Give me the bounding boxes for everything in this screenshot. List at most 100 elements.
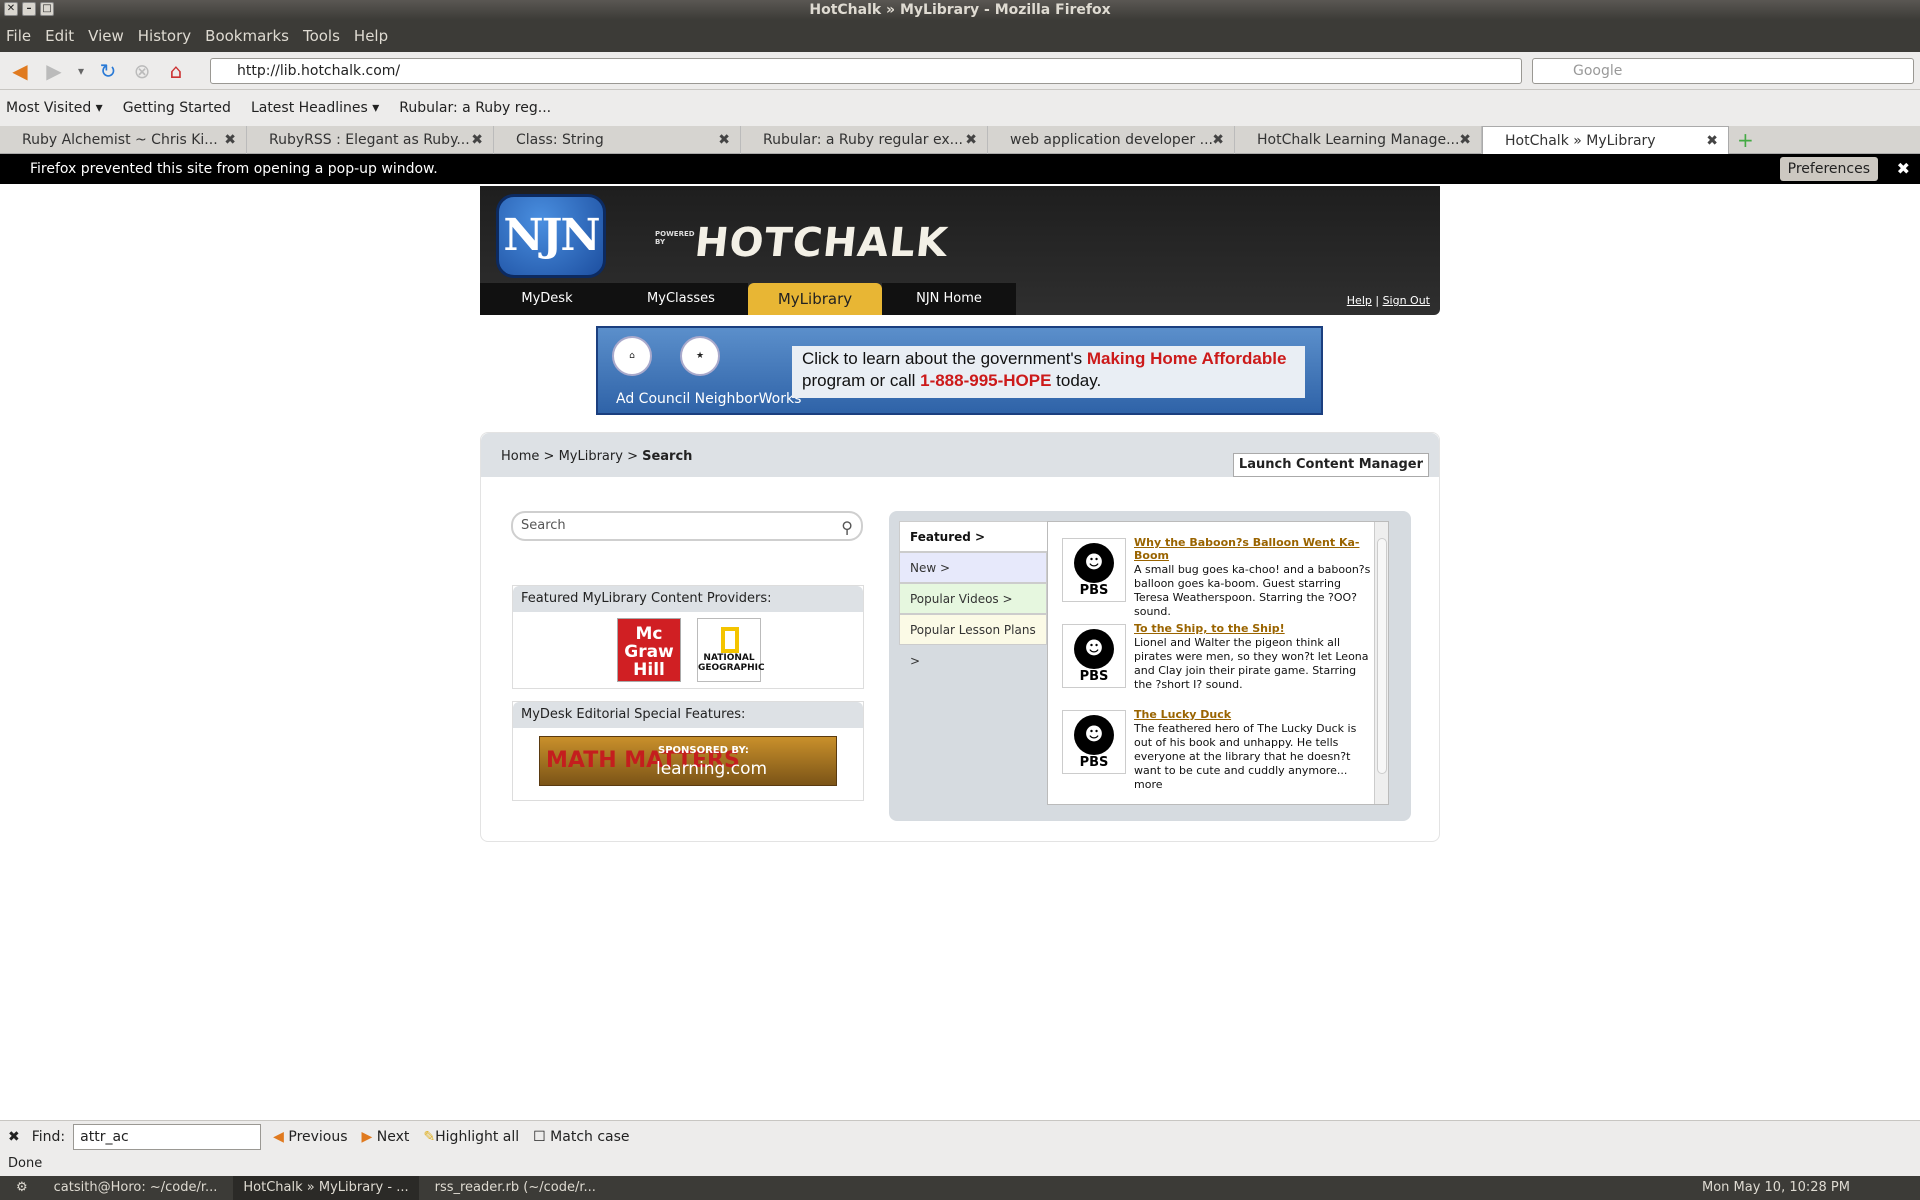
close-window-button[interactable]: ✕ — [4, 2, 18, 16]
close-find-icon[interactable]: ✖ — [8, 1129, 20, 1145]
nav-mylibrary[interactable]: MyLibrary — [748, 283, 882, 315]
site-container: NJN POWERED BY HOTCHALK MyDesk MyClasses… — [480, 186, 1440, 842]
pbs-label: PBS — [1079, 755, 1109, 770]
task-firefox[interactable]: HotChalk » MyLibrary - ... — [233, 1176, 419, 1200]
tab-featured[interactable]: Featured > — [899, 521, 1047, 552]
url-bar[interactable]: http://lib.hotchalk.com/ — [210, 58, 1522, 84]
help-link[interactable]: Help — [1347, 294, 1372, 307]
find-input[interactable]: attr_ac — [73, 1123, 262, 1150]
launch-content-manager-button[interactable]: Launch Content Manager — [1232, 453, 1429, 477]
tab-label: Class: String — [516, 132, 604, 148]
stop-icon[interactable]: ⊗ — [128, 57, 156, 85]
tab-rubular[interactable]: Rubular: a Ruby regular ex... ✖ — [741, 126, 988, 154]
featured-tabs: Featured > New > Popular Videos > Popula… — [899, 521, 1047, 668]
tab-rubyrss[interactable]: RubyRSS : Elegant as Ruby... ✖ — [247, 126, 494, 154]
tab-hotchalk-mylibrary[interactable]: HotChalk » MyLibrary ✖ — [1482, 126, 1729, 154]
item-title-link[interactable]: Why the Baboon?s Balloon Went Ka-Boom — [1134, 536, 1374, 562]
menu-help[interactable]: Help — [354, 27, 388, 45]
top-navigation: MyDesk MyClasses MyLibrary NJN Home — [480, 283, 1016, 315]
popup-blocked-bar: Firefox prevented this site from opening… — [0, 154, 1920, 184]
tab-hotchalk-lms[interactable]: HotChalk Learning Manage... ✖ — [1235, 126, 1482, 154]
item-title-link[interactable]: The Lucky Duck — [1134, 708, 1374, 721]
show-desktop-icon[interactable]: ⚙ — [6, 1176, 38, 1200]
bookmark-getting-started[interactable]: Getting Started — [123, 100, 231, 116]
highlight-all-button[interactable]: ✎Highlight all — [423, 1129, 519, 1145]
find-previous-button[interactable]: ◀ Previous — [273, 1129, 347, 1145]
hotchalk-logo: HOTCHALK — [692, 220, 951, 266]
sign-out-link[interactable]: Sign Out — [1383, 294, 1430, 307]
maximize-window-button[interactable]: □ — [40, 2, 54, 16]
pbs-logo[interactable]: ☻ PBS — [1062, 538, 1126, 602]
banner-ad[interactable]: ⌂ ★ Ad Council NeighborWorks Click to le… — [596, 326, 1323, 415]
tab-strip: Ruby Alchemist ~ Chris Ki... ✖ RubyRSS : … — [0, 126, 1920, 154]
bookmarks-toolbar: Most Visited ▾ Getting Started Latest He… — [0, 90, 1920, 126]
bookmark-rubular[interactable]: Rubular: a Ruby reg... — [399, 100, 551, 116]
ad-text: today. — [1051, 371, 1102, 390]
reload-icon[interactable]: ↻ — [94, 57, 122, 85]
close-tab-icon[interactable]: ✖ — [1212, 126, 1224, 154]
bookmark-most-visited[interactable]: Most Visited ▾ — [6, 100, 103, 116]
close-tab-icon[interactable]: ✖ — [1706, 127, 1718, 154]
tab-web-app-dev[interactable]: web application developer ... ✖ — [988, 126, 1235, 154]
national-geographic-logo[interactable]: NATIONAL GEOGRAPHIC — [697, 618, 765, 682]
close-tab-icon[interactable]: ✖ — [965, 126, 977, 154]
list-item: ☻ PBS The Lucky Duck The feathered hero o… — [1062, 708, 1382, 791]
popup-message: Firefox prevented this site from opening… — [30, 161, 438, 177]
pbs-label: PBS — [1079, 669, 1109, 684]
pbs-logo[interactable]: ☻ PBS — [1062, 710, 1126, 774]
menu-bookmarks[interactable]: Bookmarks — [205, 27, 289, 45]
breadcrumb: Home > MyLibrary > Search Launch Content… — [481, 433, 1439, 477]
close-bar-icon[interactable]: ✖ — [1897, 154, 1910, 184]
preferences-button[interactable]: Preferences — [1779, 157, 1878, 181]
pbs-logo[interactable]: ☻ PBS — [1062, 624, 1126, 688]
tab-class-string[interactable]: Class: String ✖ — [494, 126, 741, 154]
scrollbar-thumb[interactable] — [1377, 538, 1387, 774]
tab-popular-videos[interactable]: Popular Videos > — [899, 583, 1047, 614]
math-matters-banner[interactable]: MATH MATTERS SPONSORED BY: learning.com — [539, 736, 837, 786]
search-placeholder: Search — [521, 518, 566, 533]
menu-history[interactable]: History — [138, 27, 191, 45]
close-tab-icon[interactable]: ✖ — [471, 126, 483, 154]
find-label: Find: — [31, 1128, 66, 1145]
breadcrumb-home[interactable]: Home — [501, 449, 539, 464]
library-search-input[interactable]: Search ⚲ — [511, 511, 863, 541]
menu-edit[interactable]: Edit — [45, 27, 74, 45]
njn-logo[interactable]: NJN — [496, 194, 606, 278]
item-description: The feathered hero of The Lucky Duck is … — [1134, 722, 1357, 791]
search-icon[interactable]: ⚲ — [841, 515, 853, 541]
tab-popular-lesson-plans[interactable]: Popular Lesson Plans > — [899, 614, 1047, 668]
tab-label: HotChalk Learning Manage... — [1257, 132, 1460, 148]
bookmark-latest-headlines[interactable]: Latest Headlines ▾ — [251, 100, 379, 116]
match-case-checkbox[interactable]: ☐ Match case — [533, 1129, 629, 1145]
tab-label: HotChalk » MyLibrary — [1505, 133, 1656, 149]
web-search-input[interactable]: Google — [1532, 58, 1914, 84]
item-title-link[interactable]: To the Ship, to the Ship! — [1134, 622, 1374, 635]
task-editor[interactable]: rss_reader.rb (~/code/r... — [425, 1176, 606, 1200]
find-next-button[interactable]: ▶ Next — [362, 1129, 410, 1145]
breadcrumb-mylibrary[interactable]: MyLibrary — [559, 449, 623, 464]
back-arrow-icon[interactable]: ◀ — [6, 57, 34, 85]
task-terminal[interactable]: catsith@Horo: ~/code/r... — [44, 1176, 228, 1200]
window-title: HotChalk » MyLibrary - Mozilla Firefox — [809, 2, 1111, 18]
close-tab-icon[interactable]: ✖ — [718, 126, 730, 154]
menu-file[interactable]: File — [6, 27, 31, 45]
list-scrollbar[interactable] — [1374, 522, 1388, 804]
history-dropdown-icon[interactable]: ▾ — [74, 57, 88, 85]
minimize-window-button[interactable]: – — [22, 2, 36, 16]
new-tab-icon[interactable]: + — [1729, 126, 1759, 153]
nav-mydesk[interactable]: MyDesk — [480, 283, 614, 315]
mcgraw-hill-logo[interactable]: Mc Graw Hill — [617, 618, 681, 682]
menu-tools[interactable]: Tools — [303, 27, 340, 45]
nav-njn-home[interactable]: NJN Home — [882, 283, 1016, 315]
close-tab-icon[interactable]: ✖ — [224, 126, 236, 154]
content-providers-title: Featured MyLibrary Content Providers: — [513, 586, 863, 612]
forward-arrow-icon[interactable]: ▶ — [40, 57, 68, 85]
tab-new[interactable]: New > — [899, 552, 1047, 583]
tab-ruby-alchemist[interactable]: Ruby Alchemist ~ Chris Ki... ✖ — [0, 126, 247, 154]
home-icon[interactable]: ⌂ — [162, 57, 190, 85]
item-description: A small bug goes ka-choo! and a baboon?s… — [1134, 563, 1371, 618]
clock[interactable]: Mon May 10, 10:28 PM — [1702, 1176, 1850, 1200]
menu-view[interactable]: View — [88, 27, 124, 45]
nav-myclasses[interactable]: MyClasses — [614, 283, 748, 315]
close-tab-icon[interactable]: ✖ — [1459, 126, 1471, 154]
